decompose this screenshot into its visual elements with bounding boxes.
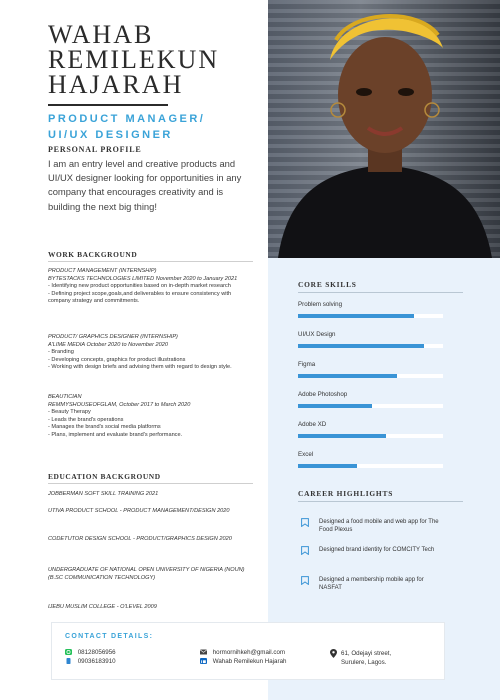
- career-highlight-text: Designed brand identity for COMCITY Tech: [319, 547, 435, 553]
- skill-bar-track: [298, 314, 443, 318]
- profile-photo: [268, 0, 500, 258]
- phone-row-2: 09036183910: [65, 658, 116, 665]
- skill-label: Problem solving: [298, 301, 343, 308]
- job-company: BYTESTACKS TECHNOLOGIES LIMITED November…: [48, 275, 238, 282]
- skill-bar-track: [298, 464, 443, 468]
- career-heading: CAREER HIGHLIGHTS: [298, 489, 394, 498]
- phone-row-1: 08128056956: [65, 649, 116, 656]
- bookmark-icon: [301, 518, 309, 527]
- email-address[interactable]: hormornihkeh@gmail.com: [213, 649, 285, 656]
- career-highlight-text: Designed a membership mobile app for NAS…: [319, 577, 424, 591]
- skill-label: UI/UX Design: [298, 331, 336, 338]
- skill-label: Figma: [298, 361, 316, 368]
- skill-bar-fill: [298, 314, 414, 318]
- skills-divider: [298, 292, 463, 293]
- name-underline: [48, 104, 168, 106]
- skill-bar-fill: [298, 434, 387, 438]
- skill-bar-track: [298, 374, 443, 378]
- skill-bar-track: [298, 404, 443, 408]
- linkedin-icon: [200, 658, 207, 665]
- work-divider: [48, 261, 253, 262]
- phone-icon: [66, 658, 71, 665]
- education-item: IJEBU MUSLIM COLLEGE - O'LEVEL 2009: [48, 604, 157, 610]
- job-company: REMMYSHOUSEOFGLAM, October 2017 to March…: [48, 401, 191, 408]
- name-line-3: HAJARAH: [48, 70, 184, 99]
- phone-number[interactable]: 08128056956: [78, 649, 116, 656]
- career-highlight-item: Designed a food mobile and web app for T…: [298, 518, 448, 538]
- job-bullet: - Working with design briefs and advisin…: [48, 364, 232, 371]
- skill-label: Adobe Photoshop: [298, 391, 348, 398]
- skill-label: Adobe XD: [298, 421, 327, 428]
- job-bullet: - Beauty Therapy: [48, 409, 91, 416]
- location-pin-icon: [330, 649, 337, 658]
- work-heading: WORK BACKGROUND: [48, 250, 138, 259]
- career-divider: [298, 501, 463, 502]
- contact-card: CONTACT DETAILS: 08128056956 09036183910…: [51, 622, 445, 680]
- name-line-1: WAHAB: [48, 20, 154, 49]
- job-title: PRODUCT MANAGEMENT (INTERNSHIP): [48, 268, 157, 274]
- education-heading: EDUCATION BACKGROUND: [48, 472, 161, 481]
- full-name: WAHAB REMILEKUN HAJARAH: [48, 20, 258, 99]
- job-bullet: - Branding: [48, 349, 74, 356]
- job-role: PRODUCT MANAGER/ UI/UX DESIGNER: [48, 111, 263, 143]
- role-line-1: PRODUCT MANAGER/: [48, 113, 206, 125]
- address-line: 61, Odejayi street,: [341, 650, 392, 657]
- whatsapp-icon: [65, 649, 72, 656]
- education-item: CODETUTOR DESIGN SCHOOL - PRODUCT/GRAPHI…: [48, 536, 232, 542]
- job-bullet: - Plans, implement and evaluate brand's …: [48, 431, 183, 438]
- job-bullet: - Defining project scope,goals,and deliv…: [48, 290, 232, 305]
- skill-bar-track: [298, 434, 443, 438]
- job-bullet: - Leads the brand's operations: [48, 416, 124, 423]
- bookmark-icon: [301, 576, 309, 585]
- education-item: UTIVA PRODUCT SCHOOL - PRODUCT MANAGEMEN…: [48, 508, 230, 514]
- resume-page: WAHAB REMILEKUN HAJARAH PRODUCT MANAGER/…: [0, 0, 500, 700]
- job-entry-3: BEAUTICIAN REMMYSHOUSEOFGLAM, October 20…: [48, 394, 253, 440]
- skill-bar-fill: [298, 344, 425, 348]
- education-divider: [48, 483, 253, 484]
- career-highlight-item: Designed a membership mobile app for NAS…: [298, 576, 448, 596]
- career-highlight-text: Designed a food mobile and web app for T…: [319, 519, 439, 533]
- email-row: hormornihkeh@gmail.com: [200, 649, 285, 656]
- job-entry-2: PRODUCT/ GRAPHICS DESIGNER (INTERNSHIP) …: [48, 334, 253, 372]
- name-line-2: REMILEKUN: [48, 45, 220, 74]
- linkedin-row: Wahab Remilekun Hajarah: [200, 658, 286, 665]
- address-line: Surulere, Lagos.: [341, 659, 387, 666]
- skill-bar-track: [298, 344, 443, 348]
- contact-title: CONTACT DETAILS:: [65, 633, 154, 640]
- address: 61, Odejayi street, Surulere, Lagos.: [341, 649, 441, 667]
- job-bullet: - Manages the brand's social media platf…: [48, 424, 161, 431]
- skill-bar-fill: [298, 464, 358, 468]
- mail-icon: [200, 649, 207, 655]
- role-line-2: UI/UX DESIGNER: [48, 129, 173, 141]
- profile-heading: PERSONAL PROFILE: [48, 145, 142, 154]
- career-highlight-item: Designed brand identity for COMCITY Tech: [298, 546, 448, 566]
- portrait-illustration: [278, 14, 492, 258]
- job-title: PRODUCT/ GRAPHICS DESIGNER (INTERNSHIP): [48, 334, 178, 340]
- profile-text: I am an entry level and creative product…: [48, 158, 242, 212]
- linkedin-name[interactable]: Wahab Remilekun Hajarah: [213, 658, 287, 665]
- job-company: A'LIME MEDIA October 2020 to November 20…: [48, 341, 168, 348]
- job-entry-1: PRODUCT MANAGEMENT (INTERNSHIP) BYTESTAC…: [48, 268, 253, 306]
- phone-number[interactable]: 09036183910: [78, 658, 116, 665]
- skills-heading: CORE SKILLS: [298, 280, 357, 289]
- job-bullet: - Developing concepts, graphics for prod…: [48, 356, 186, 363]
- bookmark-icon: [301, 546, 309, 555]
- skill-bar-fill: [298, 404, 372, 408]
- education-item: JOBBERMAN SOFT SKILL TRAINING 2021: [48, 491, 159, 497]
- job-bullet: - Identifying new product opportunities …: [48, 283, 231, 290]
- education-item: UNDERGRADUATE OF NATIONAL OPEN UNIVERSIT…: [48, 567, 245, 581]
- skill-bar-fill: [298, 374, 397, 378]
- job-title: BEAUTICIAN: [48, 394, 82, 400]
- skill-label: Excel: [298, 451, 314, 458]
